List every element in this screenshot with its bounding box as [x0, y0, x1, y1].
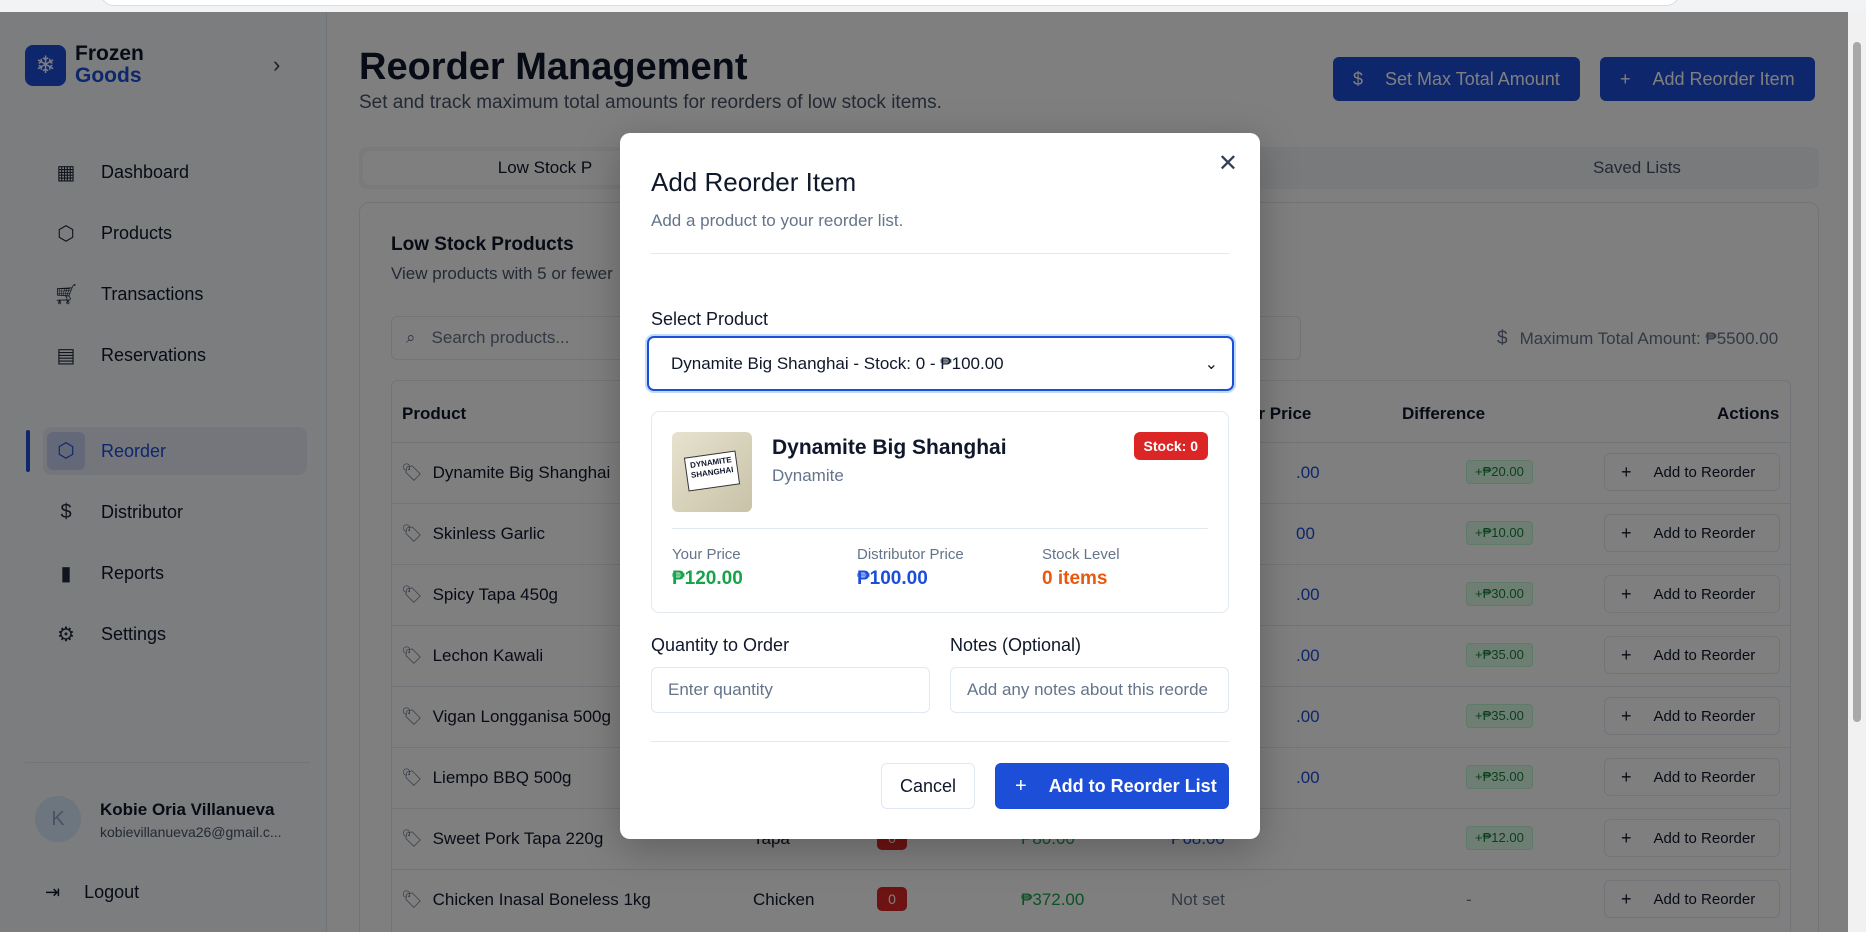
quantity-input[interactable]: Enter quantity: [651, 667, 930, 713]
distributor-price-label: Distributor Price: [857, 546, 964, 563]
divider: [672, 528, 1208, 529]
quantity-placeholder: Enter quantity: [668, 680, 773, 699]
scrollbar[interactable]: [1848, 12, 1866, 932]
product-image: DYNAMITE SHANGHAI: [672, 432, 752, 512]
product-select[interactable]: Dynamite Big Shanghai - Stock: 0 - ₱100.…: [647, 336, 1234, 391]
dialog-subtitle: Add a product to your reorder list.: [651, 211, 904, 230]
add-reorder-item-dialog: ✕ Add Reorder Item Add a product to your…: [620, 133, 1260, 839]
plus-icon: +: [1015, 774, 1027, 797]
stock-badge: Stock: 0: [1133, 432, 1208, 460]
product-name: Dynamite Big Shanghai: [772, 436, 1007, 459]
divider: [651, 253, 1229, 254]
dialog-title: Add Reorder Item: [651, 167, 857, 197]
quantity-label: Quantity to Order: [651, 635, 790, 655]
scrollbar-thumb[interactable]: [1853, 42, 1861, 722]
product-preview-card: DYNAMITE SHANGHAI Dynamite Big Shanghai …: [651, 411, 1229, 613]
select-value: Dynamite Big Shanghai - Stock: 0 - ₱100.…: [671, 353, 1004, 373]
browser-chrome: [0, 0, 1866, 12]
product-image-label: DYNAMITE SHANGHAI: [683, 450, 741, 492]
notes-placeholder: Add any notes about this reorde: [967, 680, 1208, 699]
close-icon[interactable]: ✕: [1218, 149, 1238, 178]
app-window: ❄ Frozen Goods › ▦Dashboard ⬡Products 🛒︎…: [5, 12, 1848, 932]
add-to-reorder-list-button[interactable]: + Add to Reorder List: [995, 763, 1229, 809]
button-label: Add to Reorder List: [1048, 775, 1217, 796]
your-price-label: Your Price: [672, 546, 741, 563]
distributor-price-value: ₱100.00: [857, 568, 928, 589]
notes-label: Notes (Optional): [950, 635, 1082, 655]
stock-level-label: Stock Level: [1042, 546, 1120, 563]
chevron-down-icon: ⌄: [1204, 355, 1218, 373]
your-price-value: ₱120.00: [672, 568, 743, 589]
cancel-button[interactable]: Cancel: [881, 763, 975, 809]
address-bar[interactable]: [100, 0, 1680, 6]
product-brand: Dynamite: [772, 466, 844, 485]
stock-level-value: 0 items: [1042, 568, 1108, 589]
notes-input[interactable]: Add any notes about this reorde: [950, 667, 1229, 713]
divider: [651, 741, 1229, 742]
select-product-label: Select Product: [651, 309, 769, 329]
